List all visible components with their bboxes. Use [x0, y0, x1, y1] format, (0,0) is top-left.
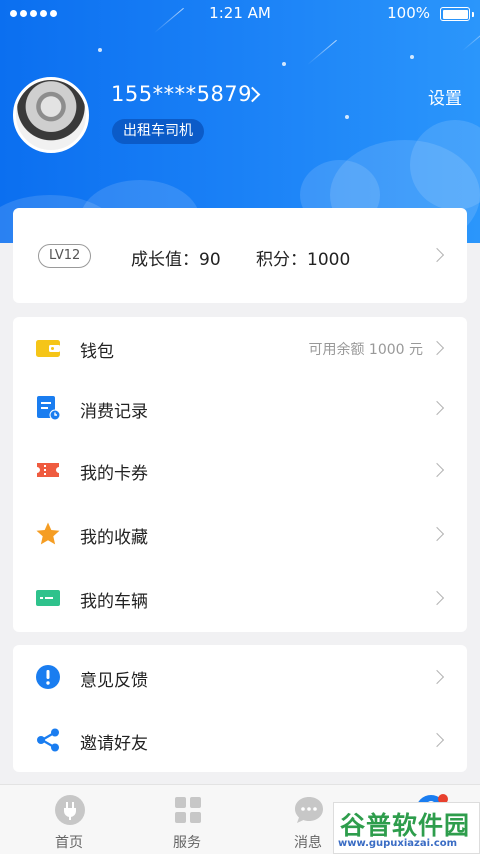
plug-icon: [55, 795, 85, 825]
star-decoration: [410, 55, 414, 59]
tab-home[interactable]: 首页: [29, 785, 109, 854]
menu-item-label: 我的车辆: [80, 592, 148, 612]
tab-services[interactable]: 服务: [147, 785, 227, 854]
grid-icon: [175, 797, 201, 823]
watermark-url: www.gupuxiazai.com: [338, 838, 458, 849]
watermark-title: 谷普软件园: [340, 811, 471, 840]
settings-button[interactable]: 设置: [428, 84, 462, 109]
chevron-right-icon: [429, 400, 445, 416]
ticket-icon: [37, 463, 59, 477]
menu-item-vehicles[interactable]: 我的车辆: [13, 567, 467, 629]
share-icon: [37, 728, 59, 752]
shooting-star-decoration: [307, 39, 337, 66]
menu-item-transactions[interactable]: 消费记录: [13, 377, 467, 439]
battery-percentage: 100%: [387, 4, 430, 22]
battery-icon: [440, 7, 474, 21]
chevron-right-icon: [429, 340, 445, 356]
chevron-right-icon: [429, 669, 445, 685]
level-card[interactable]: LV12 成长值：90 积分：1000: [13, 208, 467, 303]
menu-item-feedback[interactable]: 意见反馈: [13, 646, 467, 708]
exclamation-icon: [36, 665, 60, 689]
menu-item-label: 意见反馈: [80, 671, 148, 691]
star-icon: [36, 522, 60, 545]
watermark: 谷普软件园 www.gupuxiazai.com: [333, 802, 480, 854]
menu-group-account: 钱包 可用余额 1000 元 消费记录 我的卡券 我的收藏 我的车辆: [13, 317, 467, 632]
level-badge: LV12: [38, 244, 92, 268]
points-value: 积分：1000: [256, 250, 351, 270]
star-decoration: [282, 62, 286, 66]
shooting-star-decoration: [462, 25, 480, 52]
menu-item-favorites[interactable]: 我的收藏: [13, 503, 467, 565]
receipt-clock-icon: [37, 396, 61, 421]
vehicle-card-icon: [36, 590, 60, 606]
menu-item-invite[interactable]: 邀请好友: [13, 709, 467, 771]
role-badge: 出租车司机: [112, 119, 204, 144]
menu-item-label: 邀请好友: [80, 734, 148, 754]
chevron-right-icon: [429, 590, 445, 606]
growth-value: 成长值：90: [131, 250, 221, 270]
user-phone[interactable]: 155****5879: [111, 82, 252, 106]
chevron-right-icon: [429, 732, 445, 748]
menu-item-label: 钱包: [80, 342, 114, 362]
wallet-icon: [36, 340, 60, 357]
star-decoration: [98, 48, 102, 52]
chevron-right-icon: [429, 526, 445, 542]
avatar[interactable]: [13, 77, 89, 153]
menu-item-label: 我的卡券: [80, 464, 148, 484]
menu-item-wallet[interactable]: 钱包 可用余额 1000 元: [13, 317, 467, 379]
chevron-right-icon: [429, 462, 445, 478]
tab-label: 首页: [55, 835, 83, 851]
tab-label: 服务: [173, 835, 201, 851]
menu-item-label: 消费记录: [80, 402, 148, 422]
chevron-right-icon: [429, 247, 445, 263]
menu-group-other: 意见反馈 邀请好友: [13, 645, 467, 772]
menu-item-coupons[interactable]: 我的卡券: [13, 439, 467, 501]
status-bar: 1:21 AM 100%: [0, 0, 480, 28]
star-decoration: [345, 115, 349, 119]
wallet-balance: 可用余额 1000 元: [308, 342, 423, 358]
menu-item-label: 我的收藏: [80, 528, 148, 548]
chat-bubble-icon: [295, 797, 323, 823]
